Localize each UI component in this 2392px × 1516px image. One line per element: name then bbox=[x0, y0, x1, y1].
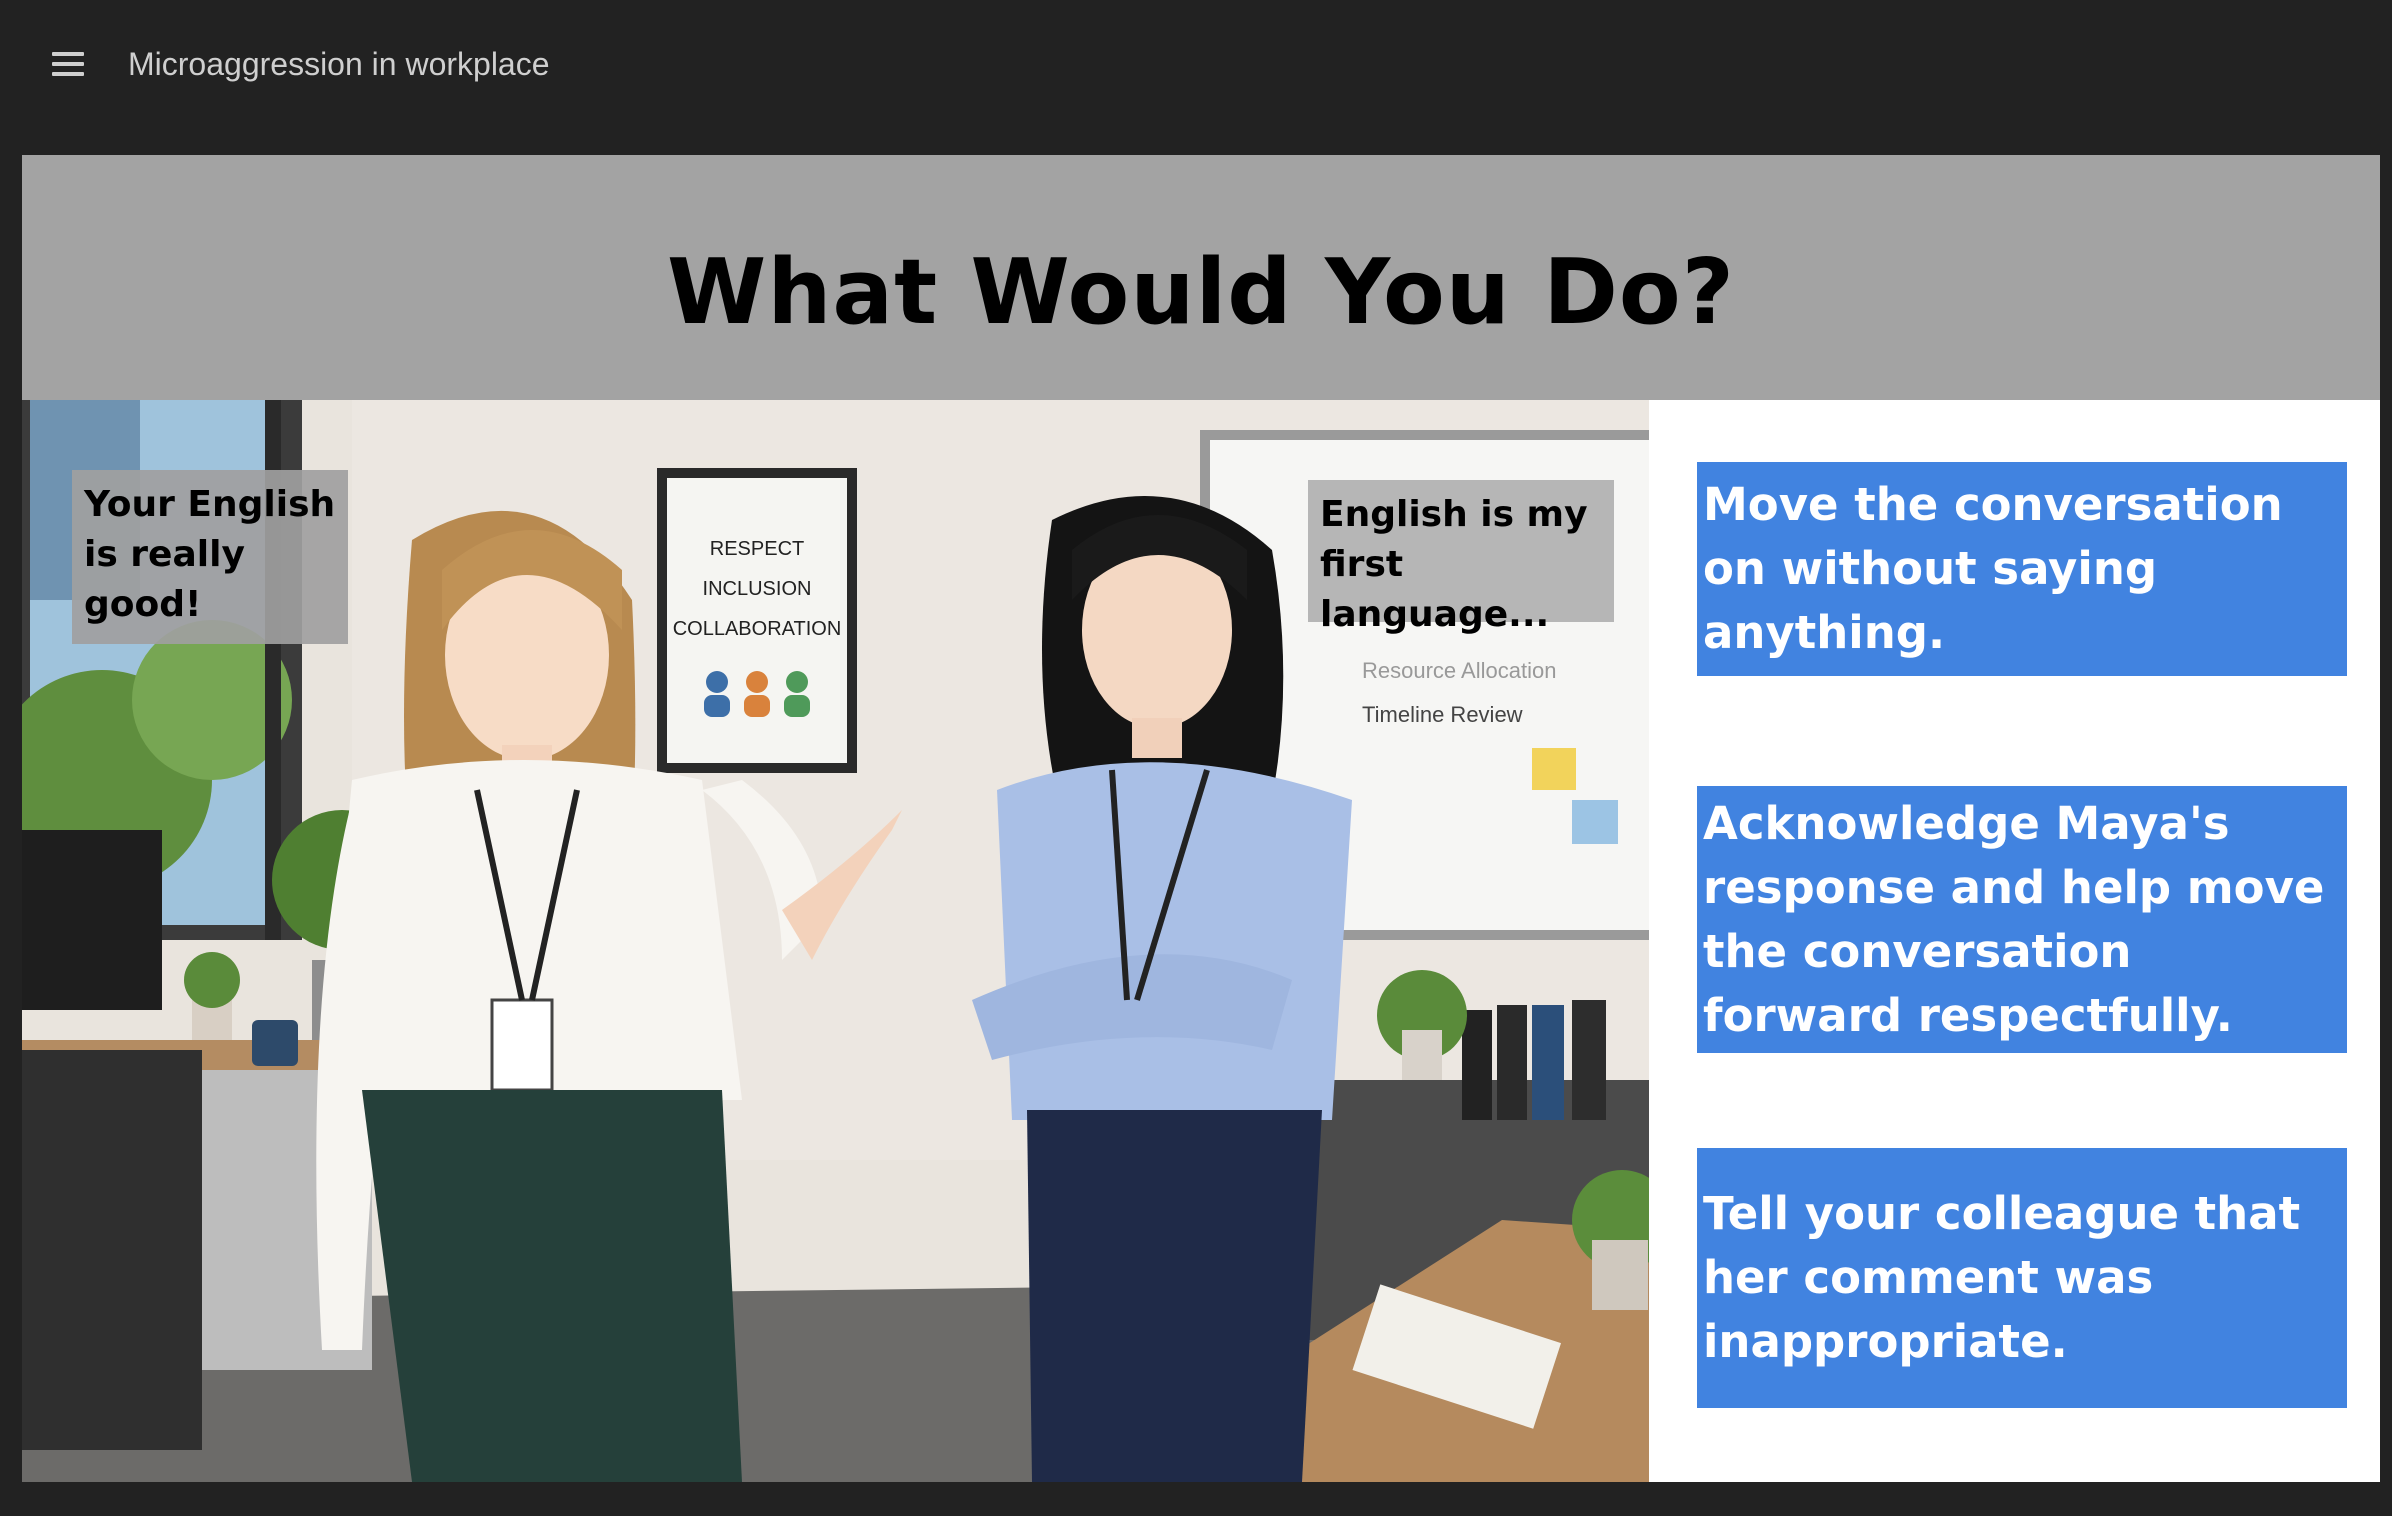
speech-bubble-left: Your English is really good! bbox=[72, 470, 348, 644]
hamburger-menu-icon[interactable] bbox=[46, 46, 90, 82]
poster-line-respect: RESPECT bbox=[710, 538, 804, 560]
whiteboard-item-timeline: Timeline Review bbox=[1362, 702, 1523, 727]
poster-line-inclusion: INCLUSION bbox=[703, 578, 812, 600]
choice-button-3[interactable]: Tell your colleague that her comment was… bbox=[1697, 1148, 2347, 1408]
top-bar: Microaggression in workplace bbox=[0, 0, 2392, 122]
speech-bubble-right: English is my first language... bbox=[1308, 480, 1614, 635]
whiteboard-item-resource: Resource Allocation bbox=[1362, 658, 1556, 683]
slide-header: What Would You Do? bbox=[22, 155, 2380, 400]
slide-title: What Would You Do? bbox=[667, 240, 1735, 345]
office-scene-illustration: RESPECT INCLUSION COLLABORATION Resource… bbox=[22, 400, 1649, 1482]
course-title: Microaggression in workplace bbox=[128, 46, 550, 82]
choices-panel: Move the conversation on without saying … bbox=[1649, 400, 2380, 1482]
choice-button-2[interactable]: Acknowledge Maya's response and help mov… bbox=[1697, 786, 2347, 1053]
choice-button-1[interactable]: Move the conversation on without saying … bbox=[1697, 462, 2347, 676]
slide: What Would You Do? RESPECT INCLUSION COL… bbox=[22, 155, 2380, 1482]
poster-line-collaboration: COLLABORATION bbox=[673, 618, 842, 640]
